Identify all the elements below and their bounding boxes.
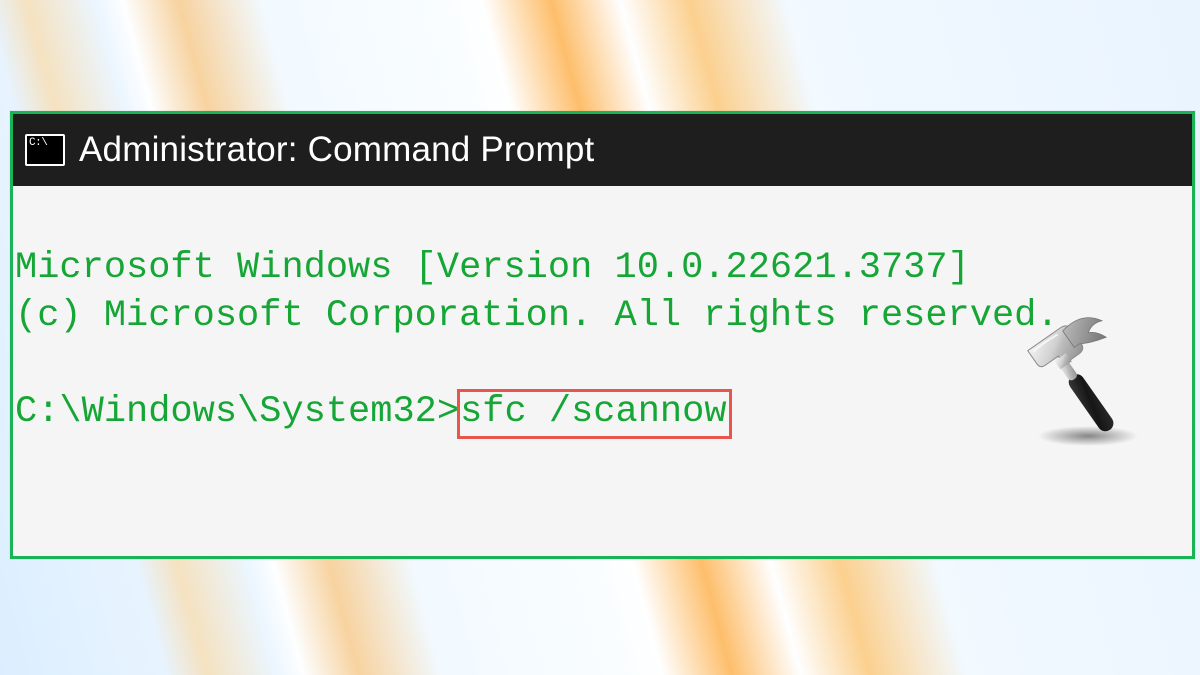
version-line: Microsoft Windows [Version 10.0.22621.37… <box>15 244 1192 292</box>
prompt-path: C:\Windows\System32> <box>15 391 459 433</box>
command-prompt-window: Administrator: Command Prompt Microsoft … <box>10 111 1195 559</box>
command-prompt-icon <box>25 134 65 166</box>
window-title: Administrator: Command Prompt <box>79 130 594 170</box>
window-titlebar[interactable]: Administrator: Command Prompt <box>13 114 1192 186</box>
command-highlight: sfc /scannow <box>457 389 731 439</box>
hammer-icon <box>1010 310 1150 450</box>
typed-command: sfc /scannow <box>460 391 726 433</box>
